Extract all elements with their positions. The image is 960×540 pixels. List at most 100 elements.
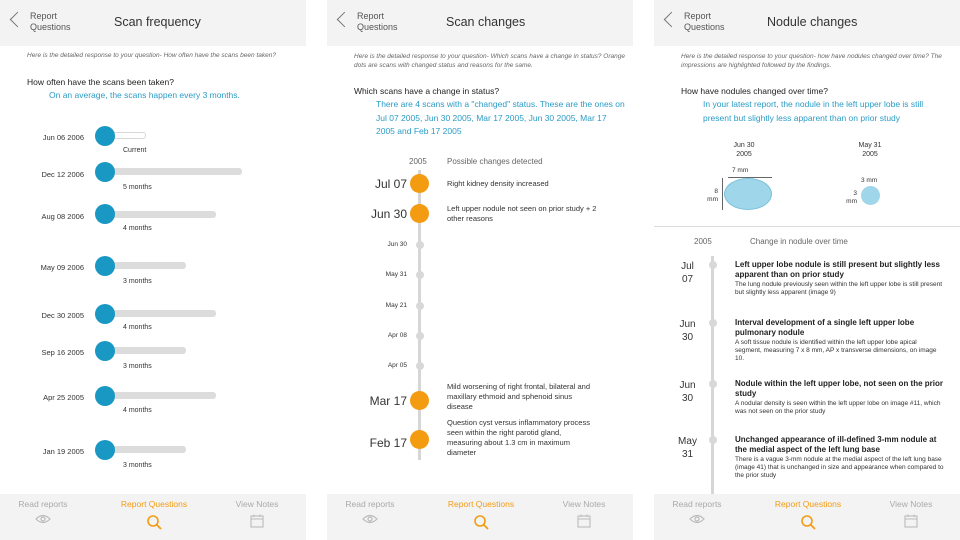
nodule-width-label: 3 mm: [861, 177, 878, 184]
entry-dot[interactable]: [709, 380, 717, 388]
entry-month: May: [678, 436, 697, 447]
nav-label: View Notes: [562, 499, 606, 509]
entry-body: A soft tissue nodule is identified withi…: [735, 339, 937, 362]
nodule-changes-screen: Report Questions Nodule changes Here is …: [654, 0, 960, 540]
scan-dot[interactable]: [95, 162, 115, 182]
nodule-circle[interactable]: [861, 186, 880, 205]
entry-date: Jun 30: [674, 318, 701, 344]
scan-date: Sep 16 2005: [41, 348, 84, 357]
page-title: Scan changes: [446, 15, 526, 29]
notes-icon: [250, 514, 264, 528]
page-title: Nodule changes: [767, 15, 858, 29]
entry-month: Jun: [679, 319, 696, 330]
nodule-width-label: 7 mm: [732, 167, 749, 174]
entry-title: Left upper lobe nodule is still present …: [735, 260, 940, 279]
entry-month: Jul: [681, 261, 694, 272]
scan-dot[interactable]: [416, 362, 424, 370]
back-label: Report Questions: [684, 11, 725, 32]
column-header: Change in nodule over time: [750, 237, 848, 246]
nav-read-reports[interactable]: Read reports: [654, 499, 747, 524]
nav-label: Report Questions: [774, 499, 842, 509]
search-icon: [147, 515, 162, 530]
entry-body: There is a vague 3-mm nodule at the medi…: [735, 456, 944, 479]
nodule-height-label: 3 mm: [846, 190, 857, 205]
chevron-left-icon: [336, 11, 353, 28]
nodule-height-label: 8 mm: [707, 188, 718, 203]
scan-dot[interactable]: [95, 304, 115, 324]
search-icon: [801, 515, 816, 530]
interval-bar: [104, 310, 216, 317]
answer-text: On an average, the scans happen every 3 …: [49, 90, 240, 100]
scan-dot[interactable]: [95, 256, 115, 276]
scan-frequency-screen: Report Questions Scan frequency Here is …: [0, 0, 306, 540]
nav-label: Report Questions: [447, 499, 515, 509]
column-header: Possible changes detected: [447, 157, 543, 166]
scan-dot[interactable]: [95, 386, 115, 406]
nav-report-questions[interactable]: Report Questions: [104, 499, 204, 530]
scan-dot[interactable]: [95, 440, 115, 460]
question-text: How have nodules changed over time?: [681, 86, 828, 96]
question-text: Which scans have a change in status?: [354, 86, 500, 96]
scan-date: Jun 06 2006: [42, 133, 84, 142]
nav-view-notes[interactable]: View Notes: [207, 499, 306, 528]
question-text: How often have the scans been taken?: [27, 77, 174, 87]
header-bar: Report Questions Scan changes: [327, 0, 633, 46]
interval-bar: [104, 168, 242, 175]
compare-month-day: Jun 30: [733, 142, 755, 149]
compare-month-day: May 31: [858, 142, 882, 149]
back-button[interactable]: Report Questions: [336, 10, 407, 36]
entry-date: Jun 30: [674, 379, 701, 405]
entry-date: May 31: [674, 435, 701, 461]
year-label: 2005: [694, 237, 712, 246]
interval-label: Current: [123, 147, 147, 154]
header-bar: Report Questions Nodule changes: [654, 0, 960, 46]
interval-bar: [104, 446, 186, 453]
entry-dot[interactable]: [709, 436, 717, 444]
nav-report-questions[interactable]: Report Questions: [758, 499, 858, 530]
scan-dot[interactable]: [95, 126, 115, 146]
answer-text: In your latest report, the nodule in the…: [703, 99, 924, 123]
scan-dot[interactable]: [416, 241, 424, 249]
change-date: Feb 17: [369, 436, 407, 450]
entry-month: Jun: [679, 380, 696, 391]
change-text: Mild worsening of right frontal, bilater…: [447, 382, 590, 411]
back-button[interactable]: Report Questions: [9, 10, 80, 36]
nav-view-notes[interactable]: View Notes: [861, 499, 960, 528]
entry-day: 30: [681, 332, 694, 343]
chevron-left-icon: [663, 11, 680, 28]
section-divider: [654, 226, 960, 227]
nav-report-questions[interactable]: Report Questions: [431, 499, 531, 530]
interval-label: 5 months: [123, 184, 152, 191]
scan-dot[interactable]: [416, 271, 424, 279]
changed-scan-dot[interactable]: [410, 391, 429, 410]
scan-dot[interactable]: [95, 204, 115, 224]
scan-dot[interactable]: [95, 341, 115, 361]
notes-icon: [577, 514, 591, 528]
entry-body: A nodular density is seen within the lef…: [735, 400, 941, 415]
nav-read-reports[interactable]: Read reports: [0, 499, 93, 524]
scan-dot[interactable]: [416, 332, 424, 340]
interval-label: 3 months: [123, 462, 152, 469]
back-button[interactable]: Report Questions: [663, 10, 734, 36]
scan-dot[interactable]: [416, 302, 424, 310]
entry-dot[interactable]: [709, 319, 717, 327]
changed-scan-dot[interactable]: [410, 430, 429, 449]
interval-label: 4 months: [123, 407, 152, 414]
interval-label: 4 months: [123, 324, 152, 331]
changed-scan-dot[interactable]: [410, 204, 429, 223]
nodule-ellipse[interactable]: [724, 178, 772, 210]
entry-title: Unchanged appearance of ill-defined 3-mm…: [735, 435, 937, 454]
nav-label: Read reports: [672, 499, 722, 509]
eye-icon: [35, 514, 51, 524]
nav-read-reports[interactable]: Read reports: [327, 499, 420, 524]
change-date: Jun 30: [370, 207, 407, 221]
entry-day: 30: [681, 393, 694, 404]
nav-view-notes[interactable]: View Notes: [534, 499, 633, 528]
back-label: Report Questions: [30, 11, 71, 32]
entry-title: Nodule within the left upper lobe, not s…: [735, 379, 943, 398]
entry-dot[interactable]: [709, 261, 717, 269]
changed-scan-dot[interactable]: [410, 174, 429, 193]
change-text: Left upper nodule not seen on prior stud…: [447, 204, 597, 223]
timeline-line: [711, 256, 714, 494]
interval-bar: [104, 211, 216, 218]
